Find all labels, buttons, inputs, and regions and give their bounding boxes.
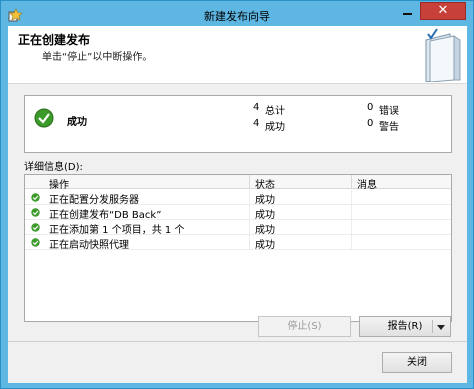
warning-label: 警告 <box>379 122 399 133</box>
table-row[interactable]: 正在添加第 1 个项目，共 1 个 成功 <box>25 220 451 236</box>
warning-count: 0 <box>367 118 374 129</box>
row-action: 正在启动快照代理 <box>49 240 129 251</box>
success-count: 4 <box>253 118 260 129</box>
success-check-icon <box>34 108 54 128</box>
error-count: 0 <box>367 102 374 113</box>
column-divider <box>249 175 250 189</box>
error-label: 错误 <box>379 106 399 117</box>
success-check-icon <box>31 223 40 232</box>
split-divider <box>432 320 433 333</box>
minimize-button[interactable] <box>394 2 420 20</box>
success-check-icon <box>31 238 40 247</box>
column-divider <box>351 190 352 205</box>
column-divider <box>351 205 352 220</box>
close-window-button[interactable]: ✕ <box>420 2 466 20</box>
total-label: 总计 <box>265 106 285 117</box>
row-status: 成功 <box>255 195 275 206</box>
row-action: 正在配置分发服务器 <box>49 195 139 206</box>
wizard-window: 新建发布向导 ✕ 正在创建发布 单击“停止”以中断操作。 成功 4 总计 4 成… <box>0 0 474 389</box>
column-header-message[interactable]: 消息 <box>357 176 377 191</box>
row-action: 正在添加第 1 个项目，共 1 个 <box>49 225 185 236</box>
column-header-action[interactable]: 操作 <box>49 176 69 191</box>
row-action: 正在创建发布“DB Back” <box>49 210 162 221</box>
minimize-icon <box>403 13 412 15</box>
column-divider <box>249 220 250 235</box>
overall-status: 成功 <box>67 117 87 128</box>
success-check-icon <box>31 193 40 202</box>
table-row[interactable]: 正在配置分发服务器 成功 <box>25 190 451 206</box>
wizard-client-area: 正在创建发布 单击“停止”以中断操作。 成功 4 总计 4 成功 0 错误 0 … <box>8 26 467 383</box>
column-divider <box>249 190 250 205</box>
page-title: 正在创建发布 <box>18 33 91 47</box>
close-button[interactable]: 关闭 <box>382 352 452 373</box>
book-with-checkmark-icon <box>420 28 464 83</box>
column-divider <box>351 175 352 189</box>
report-button[interactable]: 报告(R) <box>359 316 451 337</box>
table-row[interactable]: 正在创建发布“DB Back” 成功 <box>25 205 451 221</box>
row-status: 成功 <box>255 210 275 221</box>
column-header-status[interactable]: 状态 <box>255 176 275 191</box>
page-subtitle: 单击“停止”以中断操作。 <box>42 52 153 63</box>
row-status: 成功 <box>255 225 275 236</box>
stop-button[interactable]: 停止(S) <box>258 316 351 337</box>
summary-panel: 成功 4 总计 4 成功 0 错误 0 警告 <box>24 95 452 153</box>
table-header: 操作 状态 消息 <box>25 175 451 191</box>
column-divider <box>351 220 352 235</box>
success-label: 成功 <box>265 122 285 133</box>
details-label: 详细信息(D): <box>24 162 83 173</box>
success-check-icon <box>31 208 40 217</box>
total-count: 4 <box>253 102 260 113</box>
details-table[interactable]: 操作 状态 消息 正在配置分发服务器 成功 正在创建发布“DB Back” 成功… <box>24 174 452 322</box>
column-divider <box>351 235 352 250</box>
wizard-header: 正在创建发布 单击“停止”以中断操作。 <box>8 26 467 84</box>
table-row[interactable]: 正在启动快照代理 成功 <box>25 235 451 251</box>
column-divider <box>249 205 250 220</box>
row-status: 成功 <box>255 240 275 251</box>
chevron-down-icon[interactable] <box>437 325 445 330</box>
footer-separator <box>8 341 467 342</box>
column-divider <box>249 235 250 250</box>
report-button-label: 报告(R) <box>387 321 423 332</box>
